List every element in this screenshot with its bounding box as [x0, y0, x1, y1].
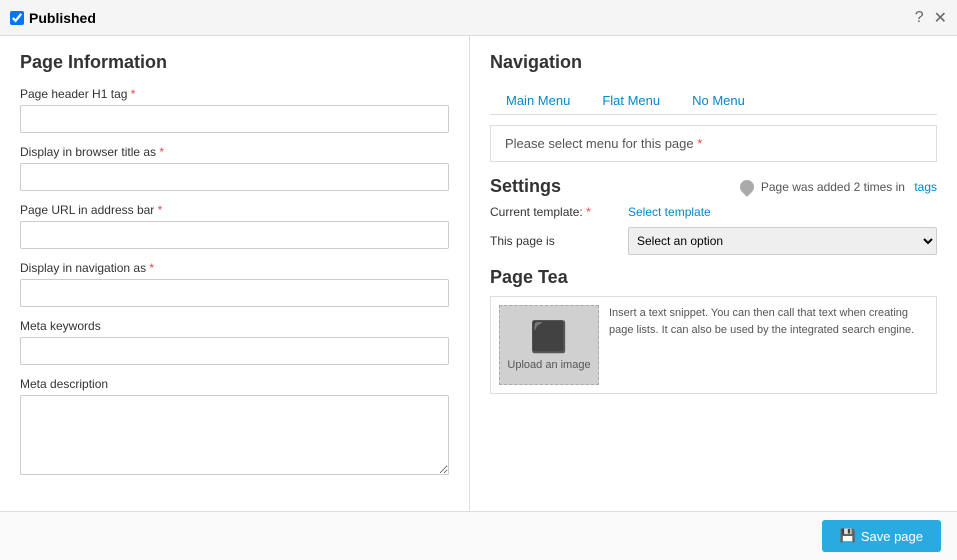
field-browser-title: Display in browser title as * [20, 145, 449, 191]
page-information-title: Page Information [20, 52, 449, 73]
published-checkbox-group[interactable]: Published [10, 10, 96, 26]
this-page-row: This page is Select an option [490, 227, 937, 255]
modal-container: Published ? ✕ Page Information Page head… [0, 0, 957, 560]
meta-keywords-input[interactable] [20, 337, 449, 365]
team-description: Insert a text snippet. You can then call… [609, 305, 928, 385]
this-page-select[interactable]: Select an option [628, 227, 937, 255]
tab-main-menu[interactable]: Main Menu [490, 87, 586, 114]
header-left: Published [10, 10, 96, 26]
modal-header: Published ? ✕ [0, 0, 957, 36]
modal-body: Page Information Page header H1 tag * Di… [0, 36, 957, 511]
template-row: Current template: * Select template [490, 205, 937, 219]
field-meta-keywords: Meta keywords [20, 319, 449, 365]
save-icon: 💾 [840, 528, 856, 544]
field-page-header: Page header H1 tag * [20, 87, 449, 133]
tags-info: Page was added 2 times in tags [740, 180, 937, 194]
template-label: Current template: * [490, 205, 620, 219]
upload-text: Upload an image [507, 359, 590, 371]
meta-description-textarea[interactable] [20, 395, 449, 475]
select-template-link[interactable]: Select template [628, 205, 711, 219]
right-panel: Navigation Main Menu Flat Menu No Menu P… [470, 36, 957, 511]
field-meta-description-label: Meta description [20, 377, 449, 391]
field-display-nav-label: Display in navigation as * [20, 261, 449, 275]
upload-icon: ⬛ [530, 320, 567, 355]
team-content: ⬛ Upload an image Insert a text snippet.… [490, 296, 937, 394]
header-icons: ? ✕ [915, 8, 947, 28]
display-nav-input[interactable] [20, 279, 449, 307]
field-display-nav: Display in navigation as * [20, 261, 449, 307]
published-label: Published [29, 10, 96, 26]
close-button[interactable]: ✕ [934, 8, 947, 28]
help-button[interactable]: ? [915, 9, 924, 27]
upload-image-box[interactable]: ⬛ Upload an image [499, 305, 599, 385]
menu-alert: Please select menu for this page * [490, 125, 937, 162]
tab-flat-menu[interactable]: Flat Menu [586, 87, 676, 114]
published-checkbox[interactable] [10, 11, 24, 25]
browser-title-input[interactable] [20, 163, 449, 191]
field-page-url-label: Page URL in address bar * [20, 203, 449, 217]
navigation-title: Navigation [490, 52, 937, 73]
save-page-button[interactable]: 💾 Save page [822, 520, 941, 552]
navigation-tabs: Main Menu Flat Menu No Menu [490, 87, 937, 115]
field-page-url: Page URL in address bar * [20, 203, 449, 249]
save-label: Save page [861, 529, 923, 544]
page-team-section: Page Tea ⬛ Upload an image Insert a text… [490, 267, 937, 394]
page-header-input[interactable] [20, 105, 449, 133]
settings-header: Settings Page was added 2 times in tags [490, 176, 937, 197]
tab-no-menu[interactable]: No Menu [676, 87, 761, 114]
field-meta-keywords-label: Meta keywords [20, 319, 449, 333]
settings-section: Settings Page was added 2 times in tags … [490, 176, 937, 255]
left-panel: Page Information Page header H1 tag * Di… [0, 36, 470, 511]
field-meta-description: Meta description [20, 377, 449, 478]
settings-title: Settings [490, 176, 561, 197]
tag-icon [737, 177, 757, 197]
field-browser-title-label: Display in browser title as * [20, 145, 449, 159]
modal-footer: 💾 Save page [0, 511, 957, 560]
page-team-title: Page Tea [490, 267, 937, 288]
field-page-header-label: Page header H1 tag * [20, 87, 449, 101]
this-page-label: This page is [490, 234, 620, 248]
page-url-input[interactable] [20, 221, 449, 249]
tags-link[interactable]: tags [914, 180, 937, 194]
